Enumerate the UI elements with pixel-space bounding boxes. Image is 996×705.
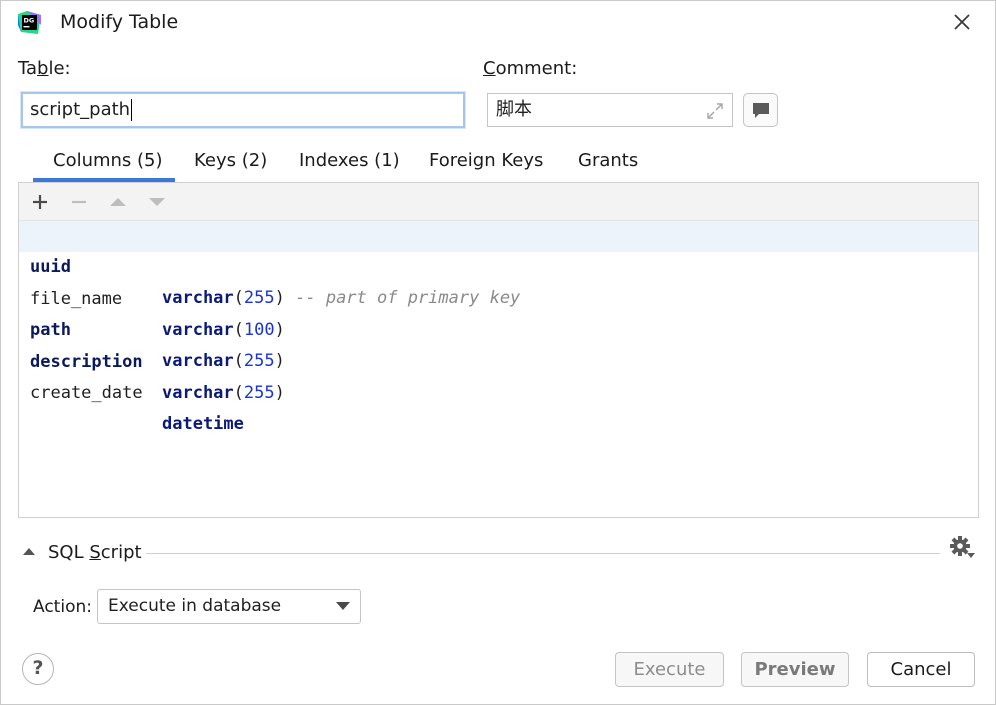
comment-input[interactable]: 脚本 <box>487 93 733 127</box>
add-icon[interactable] <box>30 192 50 212</box>
table-name-input[interactable]: script_path <box>21 92 465 128</box>
dialog-title: Modify Table <box>60 11 179 33</box>
comment-editor-button[interactable] <box>743 93 778 127</box>
column-name: create_date <box>30 383 143 403</box>
column-row[interactable]: file_name varchar(100) <box>19 253 978 340</box>
tab-keys[interactable]: Keys (2) <box>194 150 267 171</box>
column-row[interactable]: create_date datetime <box>19 347 978 434</box>
chevron-down-icon <box>336 602 350 610</box>
remove-icon[interactable] <box>69 192 89 212</box>
text-caret <box>131 99 133 121</box>
table-label: Table: <box>18 58 71 79</box>
action-selected-value: Execute in database <box>108 596 282 616</box>
app-icon-text: DG <box>24 17 35 25</box>
action-label: Action: <box>33 597 92 617</box>
tab-foreign-keys[interactable]: Foreign Keys <box>429 150 543 171</box>
speech-bubble-icon <box>753 103 769 118</box>
columns-toolbar <box>19 183 978 221</box>
column-type: varchar(255) <box>162 383 285 403</box>
close-icon[interactable] <box>952 12 972 32</box>
preview-button[interactable]: Preview <box>741 652 849 687</box>
gear-icon[interactable] <box>948 535 976 561</box>
column-row[interactable]: path varchar(255) <box>19 284 978 371</box>
comment-label: Comment: <box>483 58 578 79</box>
column-row[interactable]: uuid varchar(255) -- part of primary key <box>19 221 978 308</box>
sql-script-header[interactable]: SQL Script <box>48 542 142 563</box>
tab-columns[interactable]: Columns (5) <box>53 150 163 171</box>
comment-value: 脚本 <box>496 99 532 120</box>
move-up-icon[interactable] <box>108 192 128 212</box>
action-select[interactable]: Execute in database <box>97 589 361 624</box>
column-row[interactable]: description varchar(255) <box>19 316 978 403</box>
datagrip-app-icon: DG <box>18 11 41 34</box>
divider <box>146 553 940 554</box>
execute-button[interactable]: Execute <box>615 652 724 687</box>
table-name-value: script_path <box>30 99 131 120</box>
columns-panel: uuid varchar(255) -- part of primary key… <box>18 182 979 518</box>
collapse-triangle-icon[interactable] <box>22 545 36 557</box>
help-button[interactable]: ? <box>22 653 54 685</box>
tab-indexes[interactable]: Indexes (1) <box>299 150 400 171</box>
cancel-button[interactable]: Cancel <box>867 652 975 687</box>
expand-icon[interactable] <box>706 102 724 120</box>
move-down-icon[interactable] <box>147 192 167 212</box>
tab-grants[interactable]: Grants <box>578 150 638 171</box>
column-type: datetime <box>162 414 244 434</box>
